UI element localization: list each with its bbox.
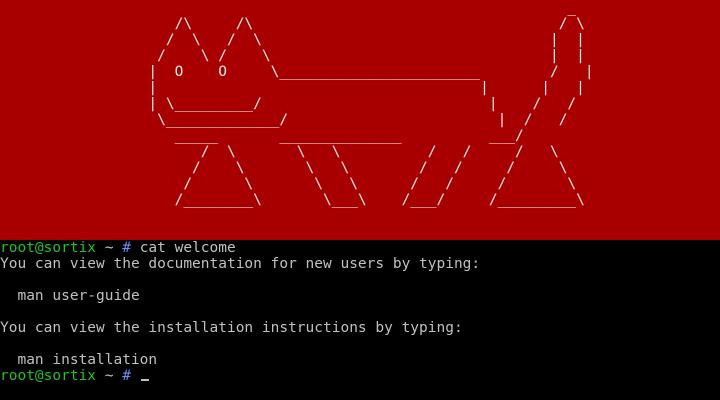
output-line: You can view the installation instructio… [0,320,463,336]
prompt-path: ~ [96,240,123,256]
cat-ascii-art: _ /\ /\ / \ / \ / \ | | / \ / \ | | | O … [148,0,594,208]
command-text: cat welcome [139,240,236,256]
prompt-symbol: # [122,368,131,384]
console-screen[interactable]: _ /\ /\ / \ / \ / \ | | / \ / \ | | | O … [0,0,720,400]
output-line: man user-guide [0,288,140,304]
prompt-symbol: # [122,240,131,256]
text-cursor[interactable] [140,379,149,381]
command-line: root@sortix ~ # cat welcome [0,240,720,256]
prompt-path: ~ [96,368,123,384]
output-line: man installation [0,352,158,368]
active-prompt-line[interactable]: root@sortix ~ # [0,368,720,384]
terminal-output[interactable]: root@sortix ~ # cat welcome You can view… [0,240,720,400]
prompt-user-host: root@sortix [0,368,97,384]
welcome-banner: _ /\ /\ / \ / \ / \ | | / \ / \ | | | O … [0,0,720,240]
prompt-user-host: root@sortix [0,240,97,256]
output-line: You can view the documentation for new u… [0,256,481,272]
